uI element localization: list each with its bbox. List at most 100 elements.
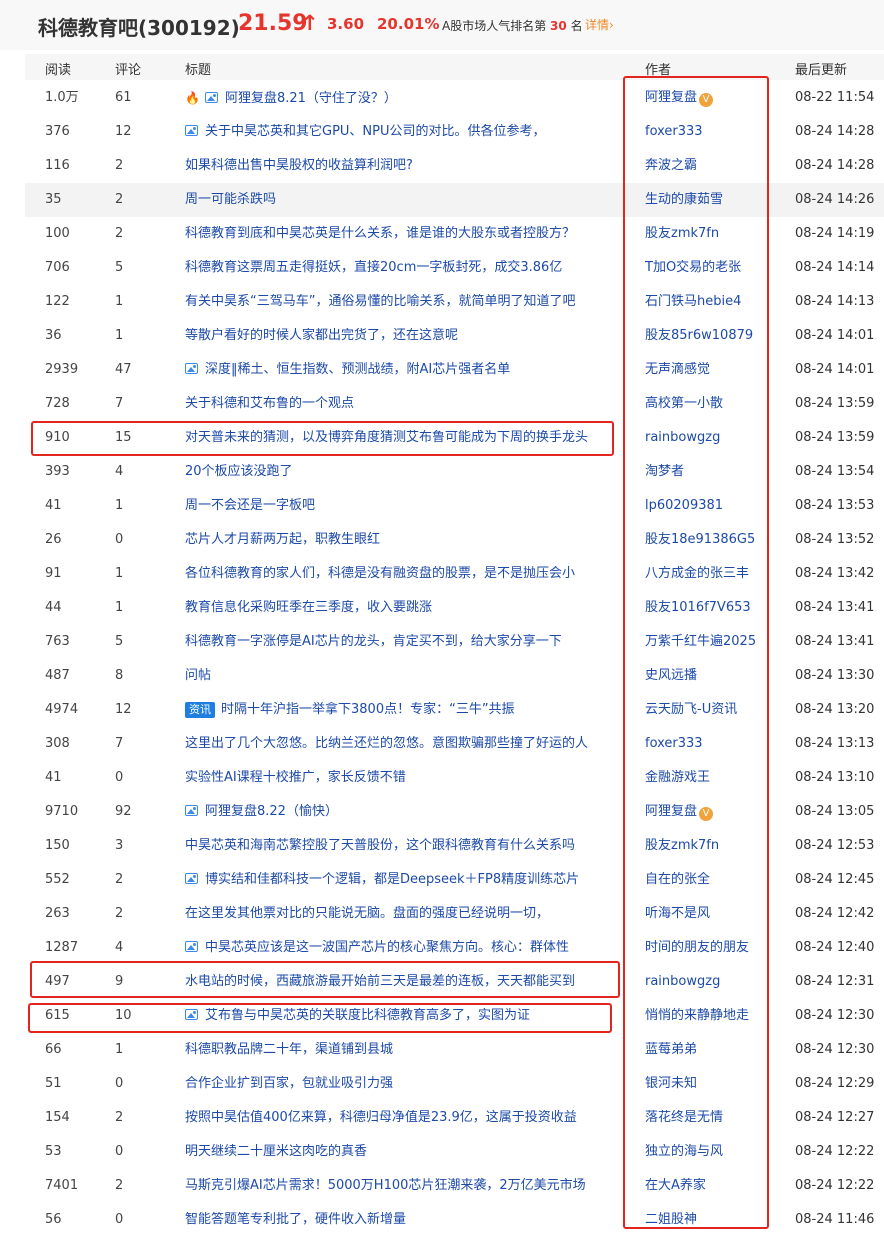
author-link[interactable]: foxer333 (645, 736, 777, 752)
post-title-link[interactable]: 科德教育一字涨停是AI芯片的龙头，肯定买不到，给大家分享一下 (185, 634, 620, 650)
author-link[interactable]: 生动的康茹雪 (645, 192, 777, 208)
table-row[interactable]: 910 15 对天普未来的猜测，以及博弈角度猜测艾布鲁可能成为下周的换手龙头 rain… (25, 421, 884, 455)
table-row[interactable]: 393 4 20个板应该没跑了 淘梦者 08-24 13:54 (25, 455, 884, 489)
table-row[interactable]: 376 12 关于中昊芯英和其它GPU、NPU公司的对比。供各位参考， foxer33… (25, 115, 884, 149)
post-title-link[interactable]: 教育信息化采购旺季在三季度，收入要跳涨 (185, 600, 620, 616)
table-row[interactable]: 4974 12 资讯 时隔十年沪指一举拿下3800点！专家：“三牛”共振 云天励飞-U资… (25, 693, 884, 727)
author-link[interactable]: 史风远播 (645, 668, 777, 684)
author-link[interactable]: 银河未知 (645, 1076, 777, 1092)
post-title-link[interactable]: 🔥 阿狸复盘8.21（守住了没？） (185, 90, 620, 107)
author-link[interactable]: T加O交易的老张 (645, 260, 777, 276)
table-row[interactable]: 35 2 周一可能杀跌吗 生动的康茹雪 08-24 14:26 (25, 183, 884, 217)
table-row[interactable]: 116 2 如果科德出售中昊股权的收益算利润吧? 奔波之霸 08-24 14:28 (25, 149, 884, 183)
author-link[interactable]: 听海不是风 (645, 906, 777, 922)
author-link[interactable]: 自在的张全 (645, 872, 777, 888)
author-link[interactable]: 在大A养家 (645, 1178, 777, 1194)
post-title-link[interactable]: 如果科德出售中昊股权的收益算利润吧? (185, 158, 620, 174)
post-title-link[interactable]: 水电站的时候，西藏旅游最开始前三天是最差的连板，天天都能买到 (185, 974, 620, 990)
post-title-link[interactable]: 马斯克引爆AI芯片需求！5000万H100芯片狂潮来袭，2万亿美元市场 (185, 1178, 620, 1194)
post-title-link[interactable]: 合作企业扩到百家，包就业吸引力强 (185, 1076, 620, 1092)
table-row[interactable]: 154 2 按照中昊估值400亿来算，科德归母净值是23.9亿，这属于投资收益 落花终… (25, 1101, 884, 1135)
author-link[interactable]: foxer333 (645, 124, 777, 140)
post-title-link[interactable]: 博实结和佳都科技一个逻辑，都是Deepseek＋FP8精度训练芯片 (185, 872, 620, 888)
post-title-link[interactable]: 芯片人才月薪两万起，职教生眼红 (185, 532, 620, 548)
table-row[interactable]: 552 2 博实结和佳都科技一个逻辑，都是Deepseek＋FP8精度训练芯片 自在的… (25, 863, 884, 897)
post-title-link[interactable]: 有关中昊系“三驾马车”，通俗易懂的比喻关系，就简单明了知道了吧 (185, 294, 620, 310)
table-row[interactable]: 91 1 各位科德教育的家人们，科德是没有融资盘的股票，是不是抛压会小 八方成金的张三… (25, 557, 884, 591)
table-row[interactable]: 44 1 教育信息化采购旺季在三季度，收入要跳涨 股友1016f7V653 08-24 … (25, 591, 884, 625)
table-row[interactable]: 41 1 周一不会还是一字板吧 lp60209381 08-24 13:53 (25, 489, 884, 523)
post-title-link[interactable]: 这里出了几个大忽悠。比纳兰还烂的忽悠。意图欺骗那些撞了好运的人 (185, 736, 620, 752)
author-link[interactable]: 无声滴感觉 (645, 362, 777, 378)
author-link[interactable]: 股友18e91386G5 (645, 532, 777, 548)
table-row[interactable]: 100 2 科德教育到底和中昊芯英是什么关系，谁是谁的大股东或者控股方？ 股友zmk7… (25, 217, 884, 251)
table-row[interactable]: 1287 4 中昊芯英应该是这一波国产芯片的核心聚焦方向。核心：群体性 时间的朋友的朋… (25, 931, 884, 965)
post-title-link[interactable]: 资讯 时隔十年沪指一举拿下3800点！专家：“三牛”共振 (185, 702, 620, 718)
post-title-link[interactable]: 各位科德教育的家人们，科德是没有融资盘的股票，是不是抛压会小 (185, 566, 620, 582)
author-link[interactable]: 奔波之霸 (645, 158, 777, 174)
post-title-link[interactable]: 按照中昊估值400亿来算，科德归母净值是23.9亿，这属于投资收益 (185, 1110, 620, 1126)
post-title-link[interactable]: 中昊芯英和海南芯繁控股了天普股份，这个跟科德教育有什么关系吗 (185, 838, 620, 854)
author-link[interactable]: 八方成金的张三丰 (645, 566, 777, 582)
author-link[interactable]: 悄悄的来静静地走 (645, 1008, 777, 1024)
col-read[interactable]: 阅读 (45, 59, 71, 78)
post-title-link[interactable]: 科德教育到底和中昊芯英是什么关系，谁是谁的大股东或者控股方？ (185, 226, 620, 242)
author-link[interactable]: 落花终是无情 (645, 1110, 777, 1126)
post-title-link[interactable]: 阿狸复盘8.22（愉快） (185, 804, 620, 820)
table-row[interactable]: 36 1 等散户看好的时候人家都出完货了，还在这意呢 股友85r6w10879 08-2… (25, 319, 884, 353)
post-title-link[interactable]: 等散户看好的时候人家都出完货了，还在这意呢 (185, 328, 620, 344)
post-title-link[interactable]: 20个板应该没跑了 (185, 464, 620, 480)
author-link[interactable]: 阿狸复盘 V (645, 804, 777, 821)
table-row[interactable]: 66 1 科德职教品牌二十年，渠道铺到县城 蓝莓弟弟 08-24 12:30 (25, 1033, 884, 1067)
post-title-link[interactable]: 关于科德和艾布鲁的一个观点 (185, 396, 620, 412)
post-title-link[interactable]: 周一可能杀跌吗 (185, 192, 620, 208)
detail-link[interactable]: 详情› (585, 16, 614, 33)
col-comment[interactable]: 评论 (115, 59, 141, 78)
table-row[interactable]: 51 0 合作企业扩到百家，包就业吸引力强 银河未知 08-24 12:29 (25, 1067, 884, 1101)
post-title-link[interactable]: 智能答题笔专利批了，硬件收入新增量 (185, 1212, 620, 1228)
post-title-link[interactable]: 深度‖稀土、恒生指数、预测战绩，附AI芯片强者名单 (185, 362, 620, 378)
author-link[interactable]: 股友zmk7fn (645, 226, 777, 242)
table-row[interactable]: 26 0 芯片人才月薪两万起，职教生眼红 股友18e91386G5 08-24 13:5… (25, 523, 884, 557)
author-link[interactable]: 云天励飞-U资讯 (645, 702, 777, 718)
table-row[interactable]: 150 3 中昊芯英和海南芯繁控股了天普股份，这个跟科德教育有什么关系吗 股友zmk7… (25, 829, 884, 863)
table-row[interactable]: 263 2 在这里发其他票对比的只能说无脑。盘面的强度已经说明一切， 听海不是风 08-… (25, 897, 884, 931)
table-row[interactable]: 763 5 科德教育一字涨停是AI芯片的龙头，肯定买不到，给大家分享一下 万紫千红牛遍… (25, 625, 884, 659)
author-link[interactable]: 淘梦者 (645, 464, 777, 480)
post-title-link[interactable]: 中昊芯英应该是这一波国产芯片的核心聚焦方向。核心：群体性 (185, 940, 620, 956)
post-title-link[interactable]: 科德教育这票周五走得挺妖，直接20cm一字板封死，成交3.86亿 (185, 260, 620, 276)
author-link[interactable]: 独立的海与风 (645, 1144, 777, 1160)
table-row[interactable]: 122 1 有关中昊系“三驾马车”，通俗易懂的比喻关系，就简单明了知道了吧 石门铁马h… (25, 285, 884, 319)
post-title-link[interactable]: 在这里发其他票对比的只能说无脑。盘面的强度已经说明一切， (185, 906, 620, 922)
author-link[interactable]: 石门铁马hebie4 (645, 294, 777, 310)
author-link[interactable]: 高校第一小散 (645, 396, 777, 412)
table-row[interactable]: 9710 92 阿狸复盘8.22（愉快） 阿狸复盘 V 08-24 13:05 (25, 795, 884, 829)
author-link[interactable]: rainbowgzg (645, 430, 777, 446)
stock-bar-title[interactable]: 科德教育吧(300192) (38, 12, 240, 41)
table-row[interactable]: 41 0 实验性AI课程十校推广，家长反馈不错 金融游戏王 08-24 13:10 (25, 761, 884, 795)
author-link[interactable]: 股友zmk7fn (645, 838, 777, 854)
table-row[interactable]: 728 7 关于科德和艾布鲁的一个观点 高校第一小散 08-24 13:59 (25, 387, 884, 421)
post-title-link[interactable]: 艾布鲁与中昊芯英的关联度比科德教育高多了，实图为证 (185, 1008, 620, 1024)
post-title-link[interactable]: 明天继续二十厘米这肉吃的真香 (185, 1144, 620, 1160)
author-link[interactable]: 股友85r6w10879 (645, 328, 777, 344)
table-row[interactable]: 308 7 这里出了几个大忽悠。比纳兰还烂的忽悠。意图欺骗那些撞了好运的人 foxer… (25, 727, 884, 761)
post-title-link[interactable]: 实验性AI课程十校推广，家长反馈不错 (185, 770, 620, 786)
table-row[interactable]: 2939 47 深度‖稀土、恒生指数、预测战绩，附AI芯片强者名单 无声滴感觉 08-2… (25, 353, 884, 387)
author-link[interactable]: lp60209381 (645, 498, 777, 514)
table-row[interactable]: 615 10 艾布鲁与中昊芯英的关联度比科德教育高多了，实图为证 悄悄的来静静地走 08… (25, 999, 884, 1033)
post-title-link[interactable]: 问帖 (185, 668, 620, 684)
post-title-link[interactable]: 科德职教品牌二十年，渠道铺到县城 (185, 1042, 620, 1058)
table-row[interactable]: 497 9 水电站的时候，西藏旅游最开始前三天是最差的连板，天天都能买到 rainbo… (25, 965, 884, 999)
post-title-link[interactable]: 对天普未来的猜测，以及博弈角度猜测艾布鲁可能成为下周的换手龙头 (185, 430, 620, 446)
author-link[interactable]: rainbowgzg (645, 974, 777, 990)
post-title-link[interactable]: 关于中昊芯英和其它GPU、NPU公司的对比。供各位参考， (185, 124, 620, 140)
table-row[interactable]: 56 0 智能答题笔专利批了，硬件收入新增量 二姐股神 08-24 11:46 (25, 1203, 884, 1237)
table-row[interactable]: 706 5 科德教育这票周五走得挺妖，直接20cm一字板封死，成交3.86亿 T加O交… (25, 251, 884, 285)
col-updated[interactable]: 最后更新 (795, 59, 847, 78)
table-row[interactable]: 7401 2 马斯克引爆AI芯片需求！5000万H100芯片狂潮来袭，2万亿美元市场… (25, 1169, 884, 1203)
author-link[interactable]: 万紫千红牛遍2025 (645, 634, 777, 650)
table-row[interactable]: 487 8 问帖 史风远播 08-24 13:30 (25, 659, 884, 693)
author-link[interactable]: 阿狸复盘 V (645, 90, 777, 107)
author-link[interactable]: 二姐股神 (645, 1212, 777, 1228)
